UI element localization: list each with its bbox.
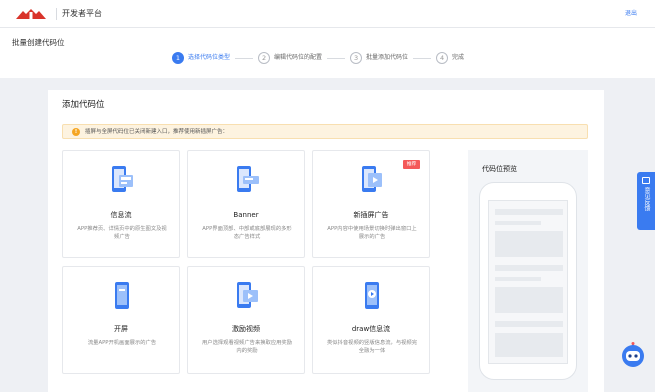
placeholder-block <box>495 287 563 313</box>
step-select-type: 1 选择代码位类型 <box>172 52 230 64</box>
placeholder-bar <box>495 265 563 271</box>
ad-type-card-interstitial[interactable]: 推荐 新插屏广告 APP内容中使用场景切换时弹出窗口上展示的广告 <box>312 150 430 258</box>
ad-type-name: 信息流 <box>110 211 132 219</box>
top-navigation-bar: 开发者平台 退出 <box>0 0 655 28</box>
step-batch-add: 3 批量添加代码位 <box>350 52 408 64</box>
warning-icon: ! <box>72 128 80 136</box>
ad-type-card-banner[interactable]: Banner APP界面顶部、中部或底部展现的多形态广告样式 <box>187 150 305 258</box>
page-title: 批量创建代码位 <box>12 38 65 47</box>
feedback-icon <box>642 177 650 184</box>
feedback-label: 意见反馈 <box>643 187 650 211</box>
interstitial-phone-icon <box>362 166 382 192</box>
notice-text: 插屏与全屏代码位已关闭新建入口，推荐使用新插屏广告： <box>85 129 229 135</box>
ad-type-description: APP界面顶部、中部或底部展现的多形态广告样式 <box>202 226 292 240</box>
robot-assistant-icon[interactable] <box>620 342 646 368</box>
page-header: 批量创建代码位 1 选择代码位类型 2 编辑代码位的配置 3 批量添加代码位 4… <box>0 28 655 78</box>
phone-mockup <box>480 183 576 379</box>
step-number: 2 <box>258 52 271 64</box>
ad-type-card-draw-feed[interactable]: draw信息流 类似抖音视频的竖版信息流，与视频完全融为一体 <box>312 266 430 374</box>
ad-type-name: draw信息流 <box>351 325 391 333</box>
ad-type-description: 流量APP开机画面展示的广告 <box>87 340 157 346</box>
step-indicator: 1 选择代码位类型 2 编辑代码位的配置 3 批量添加代码位 4 完成 <box>172 51 464 65</box>
ad-type-description: APP内容中使用场景切换时弹出窗口上展示的广告 <box>327 226 417 240</box>
placeholder-bar <box>495 221 541 225</box>
platform-name: 开发者平台 <box>62 9 102 18</box>
notice-banner: ! 插屏与全屏代码位已关闭新建入口，推荐使用新插屏广告： <box>62 124 588 139</box>
logout-link[interactable]: 退出 <box>625 10 637 18</box>
placeholder-bar <box>495 321 563 327</box>
step-edit-config: 2 编辑代码位的配置 <box>258 52 322 64</box>
step-connector <box>413 57 432 59</box>
ad-type-description: 用户选择观看视频广告来换取应用奖励内的奖励 <box>201 340 293 354</box>
ad-type-name: 新插屏广告 <box>353 211 389 219</box>
ad-type-name: 开屏 <box>114 325 128 333</box>
placeholder-block <box>495 333 563 357</box>
step-label: 批量添加代码位 <box>366 54 409 61</box>
topbar-divider <box>56 8 57 20</box>
step-label: 完成 <box>452 54 465 61</box>
ad-type-name: 激励视频 <box>232 325 260 333</box>
step-connector <box>327 57 346 59</box>
step-number: 3 <box>350 52 363 64</box>
ad-type-name: Banner <box>233 211 259 219</box>
ad-slot-preview-panel: 代码位预览 <box>468 150 588 392</box>
ad-type-card-feed[interactable]: 信息流 APP推荐页、详情页中的原生图文及视频广告 <box>62 150 180 258</box>
step-done: 4 完成 <box>436 52 464 64</box>
feedback-tab[interactable]: 意见反馈 <box>637 172 655 230</box>
placeholder-bar <box>495 277 541 281</box>
step-label: 编辑代码位的配置 <box>274 54 323 61</box>
brand-logo[interactable] <box>14 8 48 20</box>
phone-screen <box>488 200 568 364</box>
ad-type-description: APP推荐页、详情页中的原生图文及视频广告 <box>77 226 167 240</box>
step-label: 选择代码位类型 <box>188 54 231 61</box>
recommend-badge: 推荐 <box>403 160 420 169</box>
ad-type-card-reward-video[interactable]: 激励视频 用户选择观看视频广告来换取应用奖励内的奖励 <box>187 266 305 374</box>
add-ad-slot-panel: 添加代码位 ! 插屏与全屏代码位已关闭新建入口，推荐使用新插屏广告： 信息流 A… <box>48 90 604 392</box>
ad-type-card-splash[interactable]: 开屏 流量APP开机画面展示的广告 <box>62 266 180 374</box>
step-number: 1 <box>172 52 184 64</box>
placeholder-bar <box>495 209 563 215</box>
splash-phone-icon <box>115 282 129 309</box>
banner-phone-icon <box>237 166 259 192</box>
ad-type-description: 类似抖音视频的竖版信息流，与视频完全融为一体 <box>326 340 418 354</box>
reward-video-phone-icon <box>237 282 258 308</box>
placeholder-block <box>495 231 563 257</box>
preview-title: 代码位预览 <box>482 165 517 173</box>
feed-phone-icon <box>112 166 133 192</box>
section-title: 添加代码位 <box>62 100 105 110</box>
step-connector <box>235 57 254 59</box>
draw-feed-phone-icon <box>365 282 379 309</box>
step-number: 4 <box>436 52 449 64</box>
